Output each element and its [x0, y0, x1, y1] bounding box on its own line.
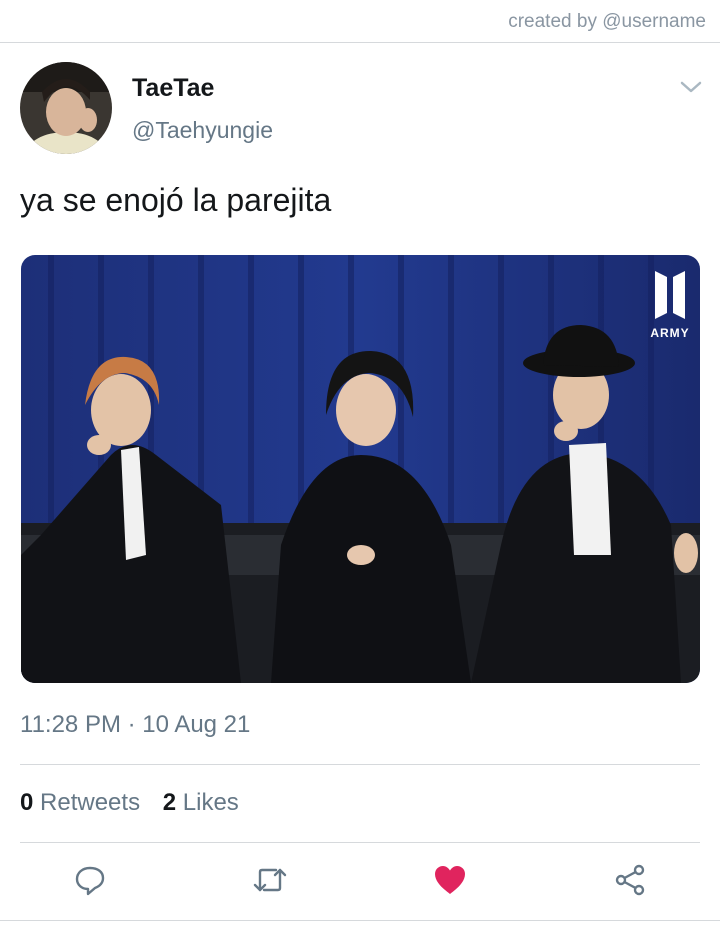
tweet-timestamp[interactable]: 11:28 PM · 10 Aug 21 [20, 711, 250, 739]
share-button[interactable] [610, 860, 650, 900]
divider [20, 842, 700, 843]
tweet-text: ya se enojó la parejita [20, 182, 332, 218]
media-watermark: ARMY [650, 326, 689, 340]
share-icon [615, 864, 645, 896]
like-button[interactable] [430, 860, 470, 900]
retweets-stat[interactable]: 0 Retweets [20, 789, 140, 817]
avatar[interactable] [20, 62, 112, 154]
retweet-button[interactable] [250, 860, 290, 900]
retweets-count: 0 [20, 789, 34, 816]
retweet-icon [253, 868, 287, 892]
credit-label: created by @username [508, 11, 706, 32]
tweet-media-image[interactable]: ARMY [21, 255, 700, 683]
likes-count: 2 [162, 789, 177, 816]
user-handle[interactable]: @Taehyungie [132, 117, 273, 144]
reply-icon [75, 866, 105, 896]
retweets-label: Retweets [40, 789, 141, 816]
likes-stat[interactable]: 2 Likes [163, 789, 239, 817]
action-bar [0, 860, 720, 902]
display-name[interactable]: TaeTae [132, 74, 214, 103]
top-bar: created by @username [0, 0, 720, 43]
like-icon [435, 866, 465, 894]
reply-button[interactable] [70, 860, 110, 900]
chevron-down-icon[interactable] [680, 80, 702, 94]
tweet-stats: 0 Retweets 2 Likes [20, 789, 255, 817]
divider [20, 764, 700, 765]
likes-label: Likes [182, 789, 239, 816]
divider [0, 920, 720, 921]
